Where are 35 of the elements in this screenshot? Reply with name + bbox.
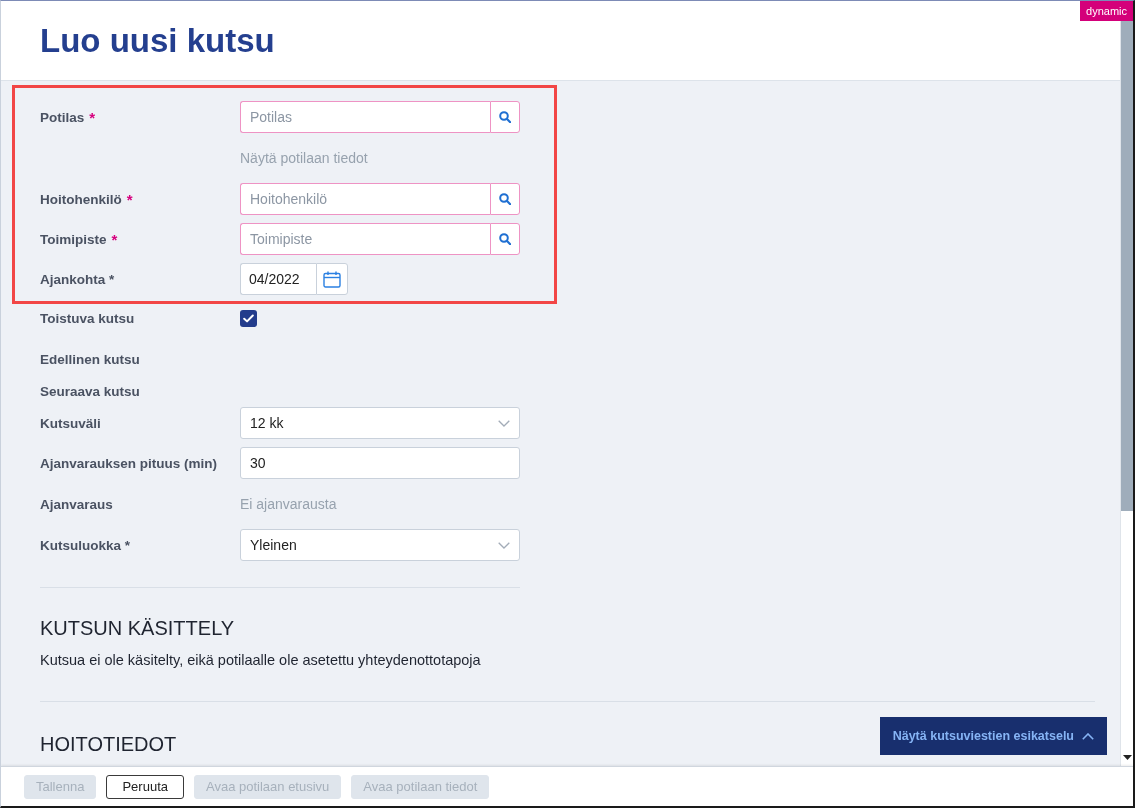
chevron-up-icon [1082, 732, 1094, 740]
checkmark-icon [243, 313, 254, 323]
field-label: Hoitohenkilö [40, 191, 122, 207]
field-label: Potilas [40, 109, 85, 125]
number-field[interactable]: 30 [240, 447, 520, 479]
chevron-down-icon [498, 419, 510, 427]
section-heading: KUTSUN KÄSITTELY [40, 616, 235, 640]
scrollbar-thumb[interactable] [1121, 21, 1133, 511]
search-icon [499, 193, 511, 205]
required-asterisk: * [126, 190, 133, 208]
section-text: Kutsua ei ole käsitelty, eikä potilaalle ole asetettu yhteydenottotapoja [40, 651, 481, 670]
field-label: Toimipiste [40, 231, 107, 247]
field-label: Edellinen kutsu [40, 351, 140, 367]
footer-button[interactable]: Peruuta [106, 774, 184, 799]
section-heading: HOITOTIEDOT [40, 732, 177, 756]
preview-messages-button[interactable]: Näytä kutsuviestien esikatselu [879, 717, 1107, 755]
field-label: Ajankohta * [40, 271, 115, 287]
field-label: Kutsuväli [40, 415, 101, 431]
field-label: Ajanvaraus [40, 496, 113, 512]
dropdown[interactable]: 12 kk [240, 407, 520, 439]
dropdown[interactable]: Yleinen [240, 529, 520, 561]
field-label: Seuraava kutsu [40, 383, 140, 399]
required-asterisk: * [111, 230, 118, 248]
chevron-down-icon [498, 541, 510, 549]
environment-badge: dynamic [1080, 1, 1133, 21]
search-icon [499, 111, 511, 123]
required-asterisk: * [89, 108, 96, 126]
search-icon [499, 233, 511, 245]
field-label: Ajanvarauksen pituus (min) [40, 455, 218, 471]
field-label: Toistuva kutsu [40, 310, 135, 326]
scroll-down-arrow-icon[interactable] [1122, 755, 1132, 760]
checkbox[interactable] [240, 309, 257, 327]
field-label: Kutsuluokka * [40, 537, 131, 553]
page-title: Luo uusi kutsu [40, 20, 275, 61]
calendar-icon [323, 270, 341, 288]
